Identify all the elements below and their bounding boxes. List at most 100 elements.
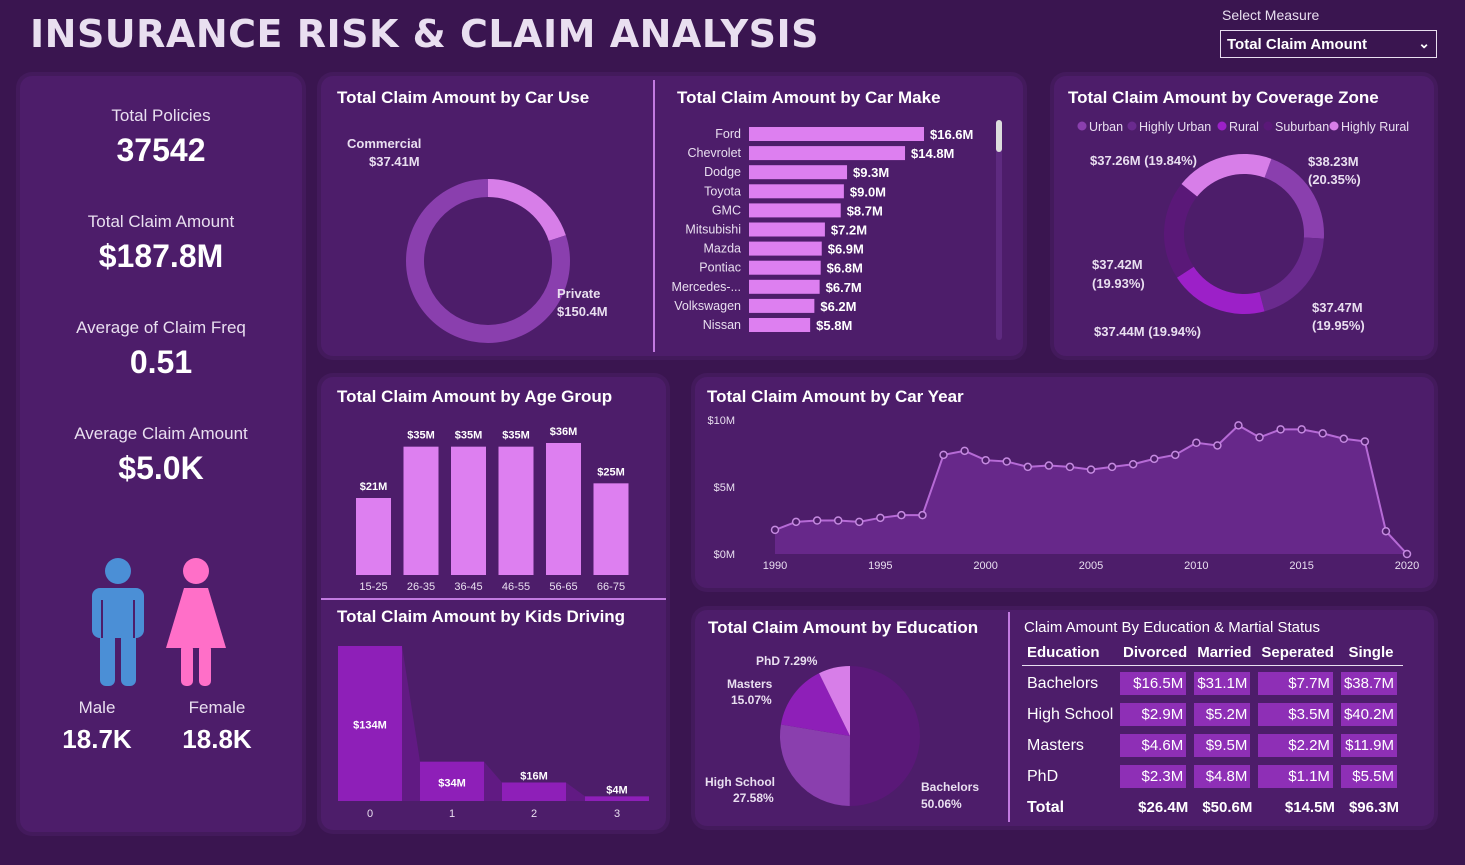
data-label: $16M	[520, 770, 548, 782]
data-point	[1023, 462, 1033, 472]
legend-marker	[1263, 121, 1273, 131]
bar	[502, 782, 566, 801]
legend-marker	[1329, 121, 1339, 131]
data-point	[1360, 437, 1370, 446]
data-label: $6.2M	[820, 299, 856, 314]
tick-label: Mitsubishi	[685, 223, 741, 237]
kpi-value: 0.51	[129, 344, 193, 380]
column-header: Divorced	[1123, 644, 1188, 661]
kpi-panel: Total Policies 37542 Total Claim Amount …	[20, 76, 302, 832]
data-label: $37.26M (19.84%)	[1090, 153, 1197, 168]
matrix-cell: $7.7M	[1256, 668, 1339, 699]
education-title: Total Claim Amount by Education	[708, 618, 979, 637]
divider	[1008, 612, 1010, 822]
matrix-cell: $5.5M	[1339, 761, 1403, 792]
data-label: $37.44M (19.94%)	[1094, 324, 1201, 339]
data-label: $150.4M	[557, 304, 608, 319]
data-label: $35M	[407, 430, 435, 442]
legend-label: Highly Urban	[1139, 120, 1211, 134]
data-point	[1128, 459, 1138, 469]
female-stat: Female 18.8K	[162, 698, 272, 755]
column-header: Married	[1197, 644, 1252, 661]
car-year-title: Total Claim Amount by Car Year	[707, 387, 964, 406]
car-make-bar-chart: Ford $16.6M Chevrolet $14.8M Dodge $9.3M Toyot…	[672, 127, 973, 333]
data-point	[1402, 549, 1412, 559]
data-label: $37.47M	[1312, 300, 1363, 315]
tick-label: Chevrolet	[688, 146, 742, 160]
data-label: High School	[705, 775, 775, 789]
tick-label: Dodge	[704, 165, 741, 179]
tick-label: Nissan	[703, 318, 741, 332]
data-label: $36M	[550, 426, 578, 438]
tick-label: Mercedes-...	[672, 280, 741, 294]
pie-slice	[780, 724, 850, 806]
age-group-bar-chart: $21M 15-25 $35M 26-35 $35M 36-45 $35M 46-55 $36M…	[356, 426, 629, 593]
data-point	[939, 450, 948, 460]
measure-dropdown[interactable]: Total Claim Amount ⌄	[1220, 30, 1437, 58]
kpi-average-claim-amount: Average Claim Amount $5.0K	[20, 424, 302, 487]
bar	[451, 446, 486, 575]
matrix-cell: $2.9M	[1118, 699, 1192, 730]
tick-label: 2010	[1184, 560, 1208, 572]
tick-label: $5M	[714, 482, 735, 494]
education-panel: Total Claim Amount by Education PhD 7.29…	[695, 610, 1434, 826]
data-point	[1044, 461, 1054, 470]
table-row: Bachelors $16.5M $31.1M $7.7M $38.7M	[1022, 668, 1403, 699]
car-year-panel: Total Claim Amount by Car Year $0M $5M $10…	[695, 377, 1434, 588]
scrollbar[interactable]	[996, 120, 1002, 340]
tick-label: 56-65	[549, 581, 577, 593]
education-pie-chart: PhD 7.29% Masters 15.07% High School 27.58% B…	[705, 654, 979, 811]
age-group-title: Total Claim Amount by Age Group	[337, 387, 613, 406]
column-header: Education	[1027, 644, 1100, 661]
tick-label: GMC	[712, 203, 741, 217]
divider	[653, 80, 655, 352]
data-point	[812, 516, 822, 525]
matrix-cell: $3.5M	[1256, 699, 1339, 730]
data-label: $21M	[360, 481, 388, 493]
bar	[749, 260, 821, 275]
matrix-title: Claim Amount By Education & Martial Stat…	[1024, 619, 1320, 636]
data-label: $6.9M	[828, 242, 864, 257]
data-label: (19.95%)	[1312, 318, 1365, 333]
row-label: Bachelors	[1027, 674, 1099, 692]
total-cell: $26.4M	[1138, 799, 1189, 816]
matrix-cell: $31.1M	[1192, 668, 1256, 699]
car-make-title: Total Claim Amount by Car Make	[677, 88, 941, 107]
data-label: $134M	[353, 720, 387, 732]
female-label: Female	[188, 698, 246, 717]
scrollbar-thumb[interactable]	[996, 120, 1002, 152]
kpi-value: $187.8M	[98, 238, 224, 274]
car-use-donut-chart: Commercial $37.41M Private $150.4M	[347, 136, 608, 343]
page-title: INSURANCE RISK & CLAIM ANALYSIS	[30, 12, 820, 56]
data-point	[1065, 462, 1075, 472]
male-icon	[92, 558, 144, 686]
data-point	[1107, 462, 1117, 472]
tick-label: 15-25	[359, 581, 387, 593]
data-point	[1192, 438, 1201, 448]
area-fill	[775, 425, 1407, 554]
tick-label: 1990	[763, 560, 787, 572]
matrix-cell: $5.2M	[1192, 699, 1256, 730]
bar	[356, 498, 391, 575]
data-point	[897, 510, 906, 520]
data-label: $25M	[597, 466, 625, 478]
kpi-total-claim-amount: Total Claim Amount $187.8M	[20, 212, 302, 275]
tick-label: 26-35	[407, 581, 435, 593]
kpi-label: Average Claim Amount	[74, 424, 248, 443]
row-label: PhD	[1027, 767, 1059, 785]
data-label: PhD 7.29%	[756, 654, 818, 668]
tick-label: Mazda	[703, 242, 741, 256]
car-use-make-panel: Total Claim Amount by Car Use Commercial…	[321, 76, 1023, 356]
data-point	[1255, 433, 1264, 442]
data-point	[960, 446, 969, 456]
total-row: Total $26.4M $50.6M $14.5M $96.3M	[1022, 792, 1403, 823]
tick-label: 0	[367, 808, 373, 820]
age-kids-panel: Total Claim Amount by Age Group $21M 15-2…	[321, 377, 666, 830]
kpi-average-claim-freq: Average of Claim Freq 0.51	[20, 318, 302, 381]
kpi-label: Total Policies	[111, 106, 211, 125]
data-point	[1297, 425, 1306, 434]
bar	[498, 446, 534, 575]
total-cell: $14.5M	[1284, 799, 1335, 816]
tick-label: 2000	[973, 560, 997, 572]
data-label: Private	[557, 286, 600, 301]
